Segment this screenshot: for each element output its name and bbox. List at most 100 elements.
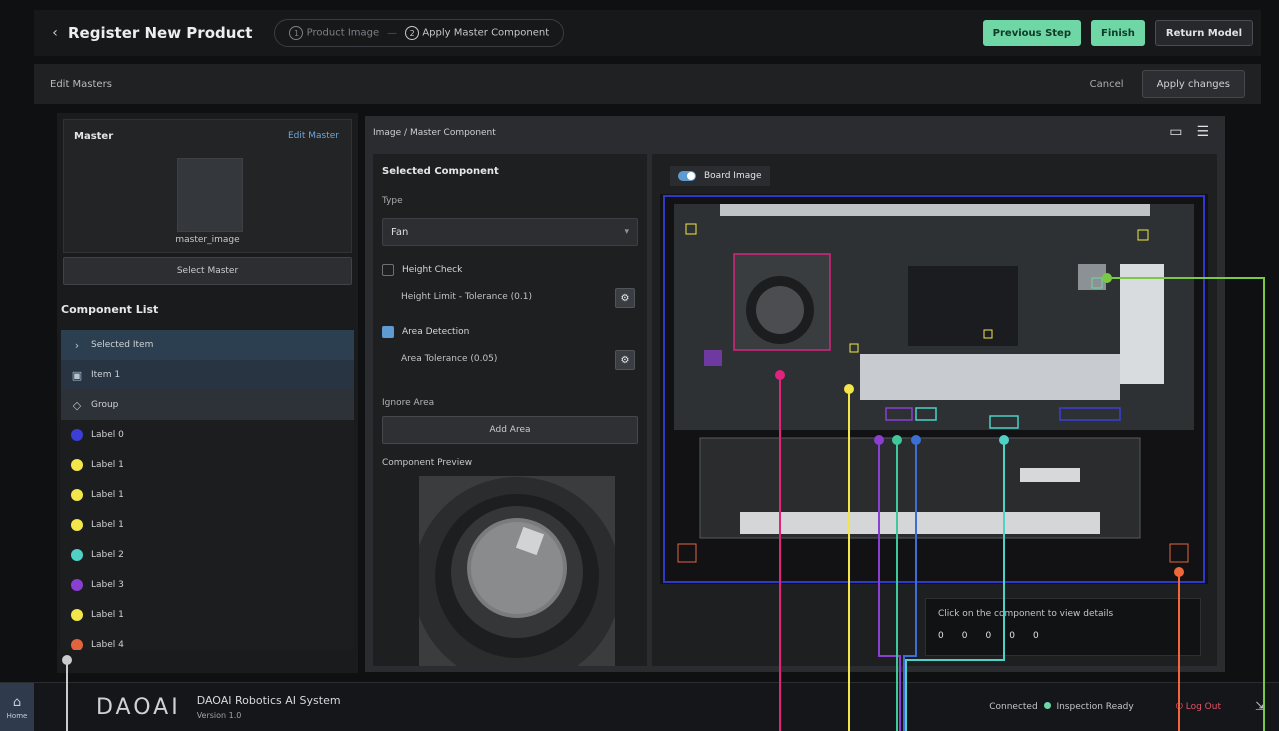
connection-status: Connected Inspection Ready <box>989 702 1134 712</box>
master-thumbnail-label: master_image <box>175 235 240 245</box>
apply-changes-button[interactable]: Apply changes <box>1141 70 1245 98</box>
page-title: Register New Product <box>68 24 253 42</box>
info-value-5: 0 <box>1032 631 1039 641</box>
color-dot-icon <box>71 549 83 561</box>
home-label: Home <box>6 711 28 720</box>
status-detail: Inspection Ready <box>1056 702 1134 712</box>
component-label: Label 2 <box>91 550 124 560</box>
breadcrumb: Edit Masters <box>50 78 112 90</box>
chevron-down-icon: ▾ <box>624 227 629 237</box>
center-panel-header: Image / Master Component <box>373 128 496 138</box>
component-list-item[interactable]: ▣ Item 1 <box>61 360 354 390</box>
component-list-item[interactable]: Label 2 <box>61 540 354 570</box>
component-label: Label 1 <box>91 610 124 620</box>
type-select-value: Fan <box>391 226 409 238</box>
info-value-3: 0 <box>985 631 992 641</box>
type-label: Type <box>382 196 403 206</box>
info-value-4: 0 <box>1009 631 1015 641</box>
component-preview-image <box>419 476 615 666</box>
status-text: Connected <box>989 702 1038 712</box>
area-tolerance-label: Area Tolerance (0.05) <box>401 354 498 364</box>
component-list-item[interactable]: Label 1 <box>61 480 354 510</box>
add-area-button[interactable]: Add Area <box>382 416 638 444</box>
component-properties: Selected Component Type Fan ▾ Height Che… <box>373 154 647 666</box>
type-select[interactable]: Fan ▾ <box>382 218 638 246</box>
finish-button[interactable]: Finish <box>1091 20 1145 46</box>
step-2-label: Apply Master Component <box>422 27 550 39</box>
height-check-checkbox[interactable] <box>382 264 394 276</box>
document-icon[interactable]: ☰ <box>1196 124 1209 140</box>
power-icon: ⏻ <box>1175 702 1183 712</box>
color-dot-icon <box>71 459 83 471</box>
image-tag[interactable]: Board Image <box>670 166 770 186</box>
overlay-toggle[interactable] <box>678 171 696 181</box>
step-1[interactable]: 1 Product Image <box>289 26 379 40</box>
component-list-item[interactable]: Label 1 <box>61 510 354 540</box>
exit-icon[interactable]: ⇲ <box>1255 699 1265 713</box>
area-settings-button[interactable]: ⚙ <box>615 350 635 370</box>
step-1-label: Product Image <box>306 27 380 39</box>
color-dot-icon <box>71 489 83 501</box>
component-list-item[interactable]: Label 1 <box>61 450 354 480</box>
center-panel: Image / Master Component ▭ ☰ Selected Co… <box>365 116 1225 672</box>
color-dot-icon <box>71 639 83 650</box>
component-label: Label 1 <box>91 520 124 530</box>
image-tag-label: Board Image <box>704 171 762 181</box>
back-arrow-icon[interactable]: ‹ <box>46 25 64 41</box>
component-list-item[interactable]: Label 0 <box>61 420 354 450</box>
stepper: 1 Product Image — 2 Apply Master Compone… <box>274 19 565 47</box>
component-list-item[interactable]: Label 4 <box>61 630 354 650</box>
return-model-button[interactable]: Return Model <box>1154 20 1253 46</box>
color-dot-icon <box>71 579 83 591</box>
home-icon: ⌂ <box>12 694 22 710</box>
select-master-button[interactable]: Select Master <box>63 257 352 285</box>
color-dot-icon <box>71 519 83 531</box>
footer: ⌂ Home DAOAI DAOAI Robotics AI System Ve… <box>0 682 1279 731</box>
component-list-item[interactable]: Label 3 <box>61 570 354 600</box>
component-preview-label: Component Preview <box>382 458 473 468</box>
folder-icon: ▣ <box>71 368 83 382</box>
component-list[interactable]: › Selected Item ▣ Item 1 ◇ Group Label 0 Label … <box>61 330 354 650</box>
component-label: Label 4 <box>91 640 124 650</box>
color-dot-icon <box>71 609 83 621</box>
selected-component-title: Selected Component <box>382 166 499 177</box>
logo: DAOAI <box>96 694 181 720</box>
component-list-title: Component List <box>61 303 159 316</box>
window-icon[interactable]: ▭ <box>1169 124 1182 140</box>
board-image[interactable] <box>660 194 1208 584</box>
ignore-area-label: Ignore Area <box>382 398 435 408</box>
component-label: Label 0 <box>91 430 124 440</box>
info-value-1: 0 <box>938 631 944 641</box>
component-list-item[interactable]: Label 1 <box>61 600 354 630</box>
home-button[interactable]: ⌂ Home <box>0 682 34 731</box>
height-check-row[interactable]: Height Check <box>382 264 462 276</box>
left-panel: Master Edit Master master_image Select M… <box>57 113 358 673</box>
info-box: Click on the component to view details 0… <box>925 598 1201 656</box>
height-settings-button[interactable]: ⚙ <box>615 288 635 308</box>
info-value-2: 0 <box>961 631 968 641</box>
area-detection-checkbox[interactable] <box>382 326 394 338</box>
component-list-item[interactable]: ◇ Group <box>61 390 354 420</box>
app-version: Version 1.0 <box>196 711 242 720</box>
app-name: DAOAI Robotics AI System <box>196 694 341 707</box>
component-label: Selected Item <box>91 340 154 350</box>
cancel-button[interactable]: Cancel <box>1090 79 1124 90</box>
step-2[interactable]: 2 Apply Master Component <box>405 26 549 40</box>
edit-master-link[interactable]: Edit Master <box>288 131 339 141</box>
logout-button[interactable]: ⏻ Log Out <box>1176 702 1221 712</box>
step-separator: — <box>387 27 398 39</box>
master-card: Master Edit Master master_image <box>63 119 352 253</box>
image-viewer[interactable]: Board Image Click on the component to vi… <box>652 154 1217 666</box>
previous-step-button[interactable]: Previous Step <box>982 20 1081 46</box>
area-detection-label: Area Detection <box>402 327 470 337</box>
master-thumbnail[interactable] <box>177 158 243 232</box>
height-limit-label: Height Limit - Tolerance (0.1) <box>401 292 533 302</box>
chevron-icon: › <box>74 338 80 352</box>
height-check-label: Height Check <box>402 265 463 275</box>
area-detection-row[interactable]: Area Detection <box>382 326 469 338</box>
color-dot-icon <box>71 429 83 441</box>
group-icon: ◇ <box>72 398 82 412</box>
component-list-item[interactable]: › Selected Item <box>61 330 354 360</box>
component-label: Label 1 <box>91 460 124 470</box>
component-label: Group <box>91 400 119 410</box>
